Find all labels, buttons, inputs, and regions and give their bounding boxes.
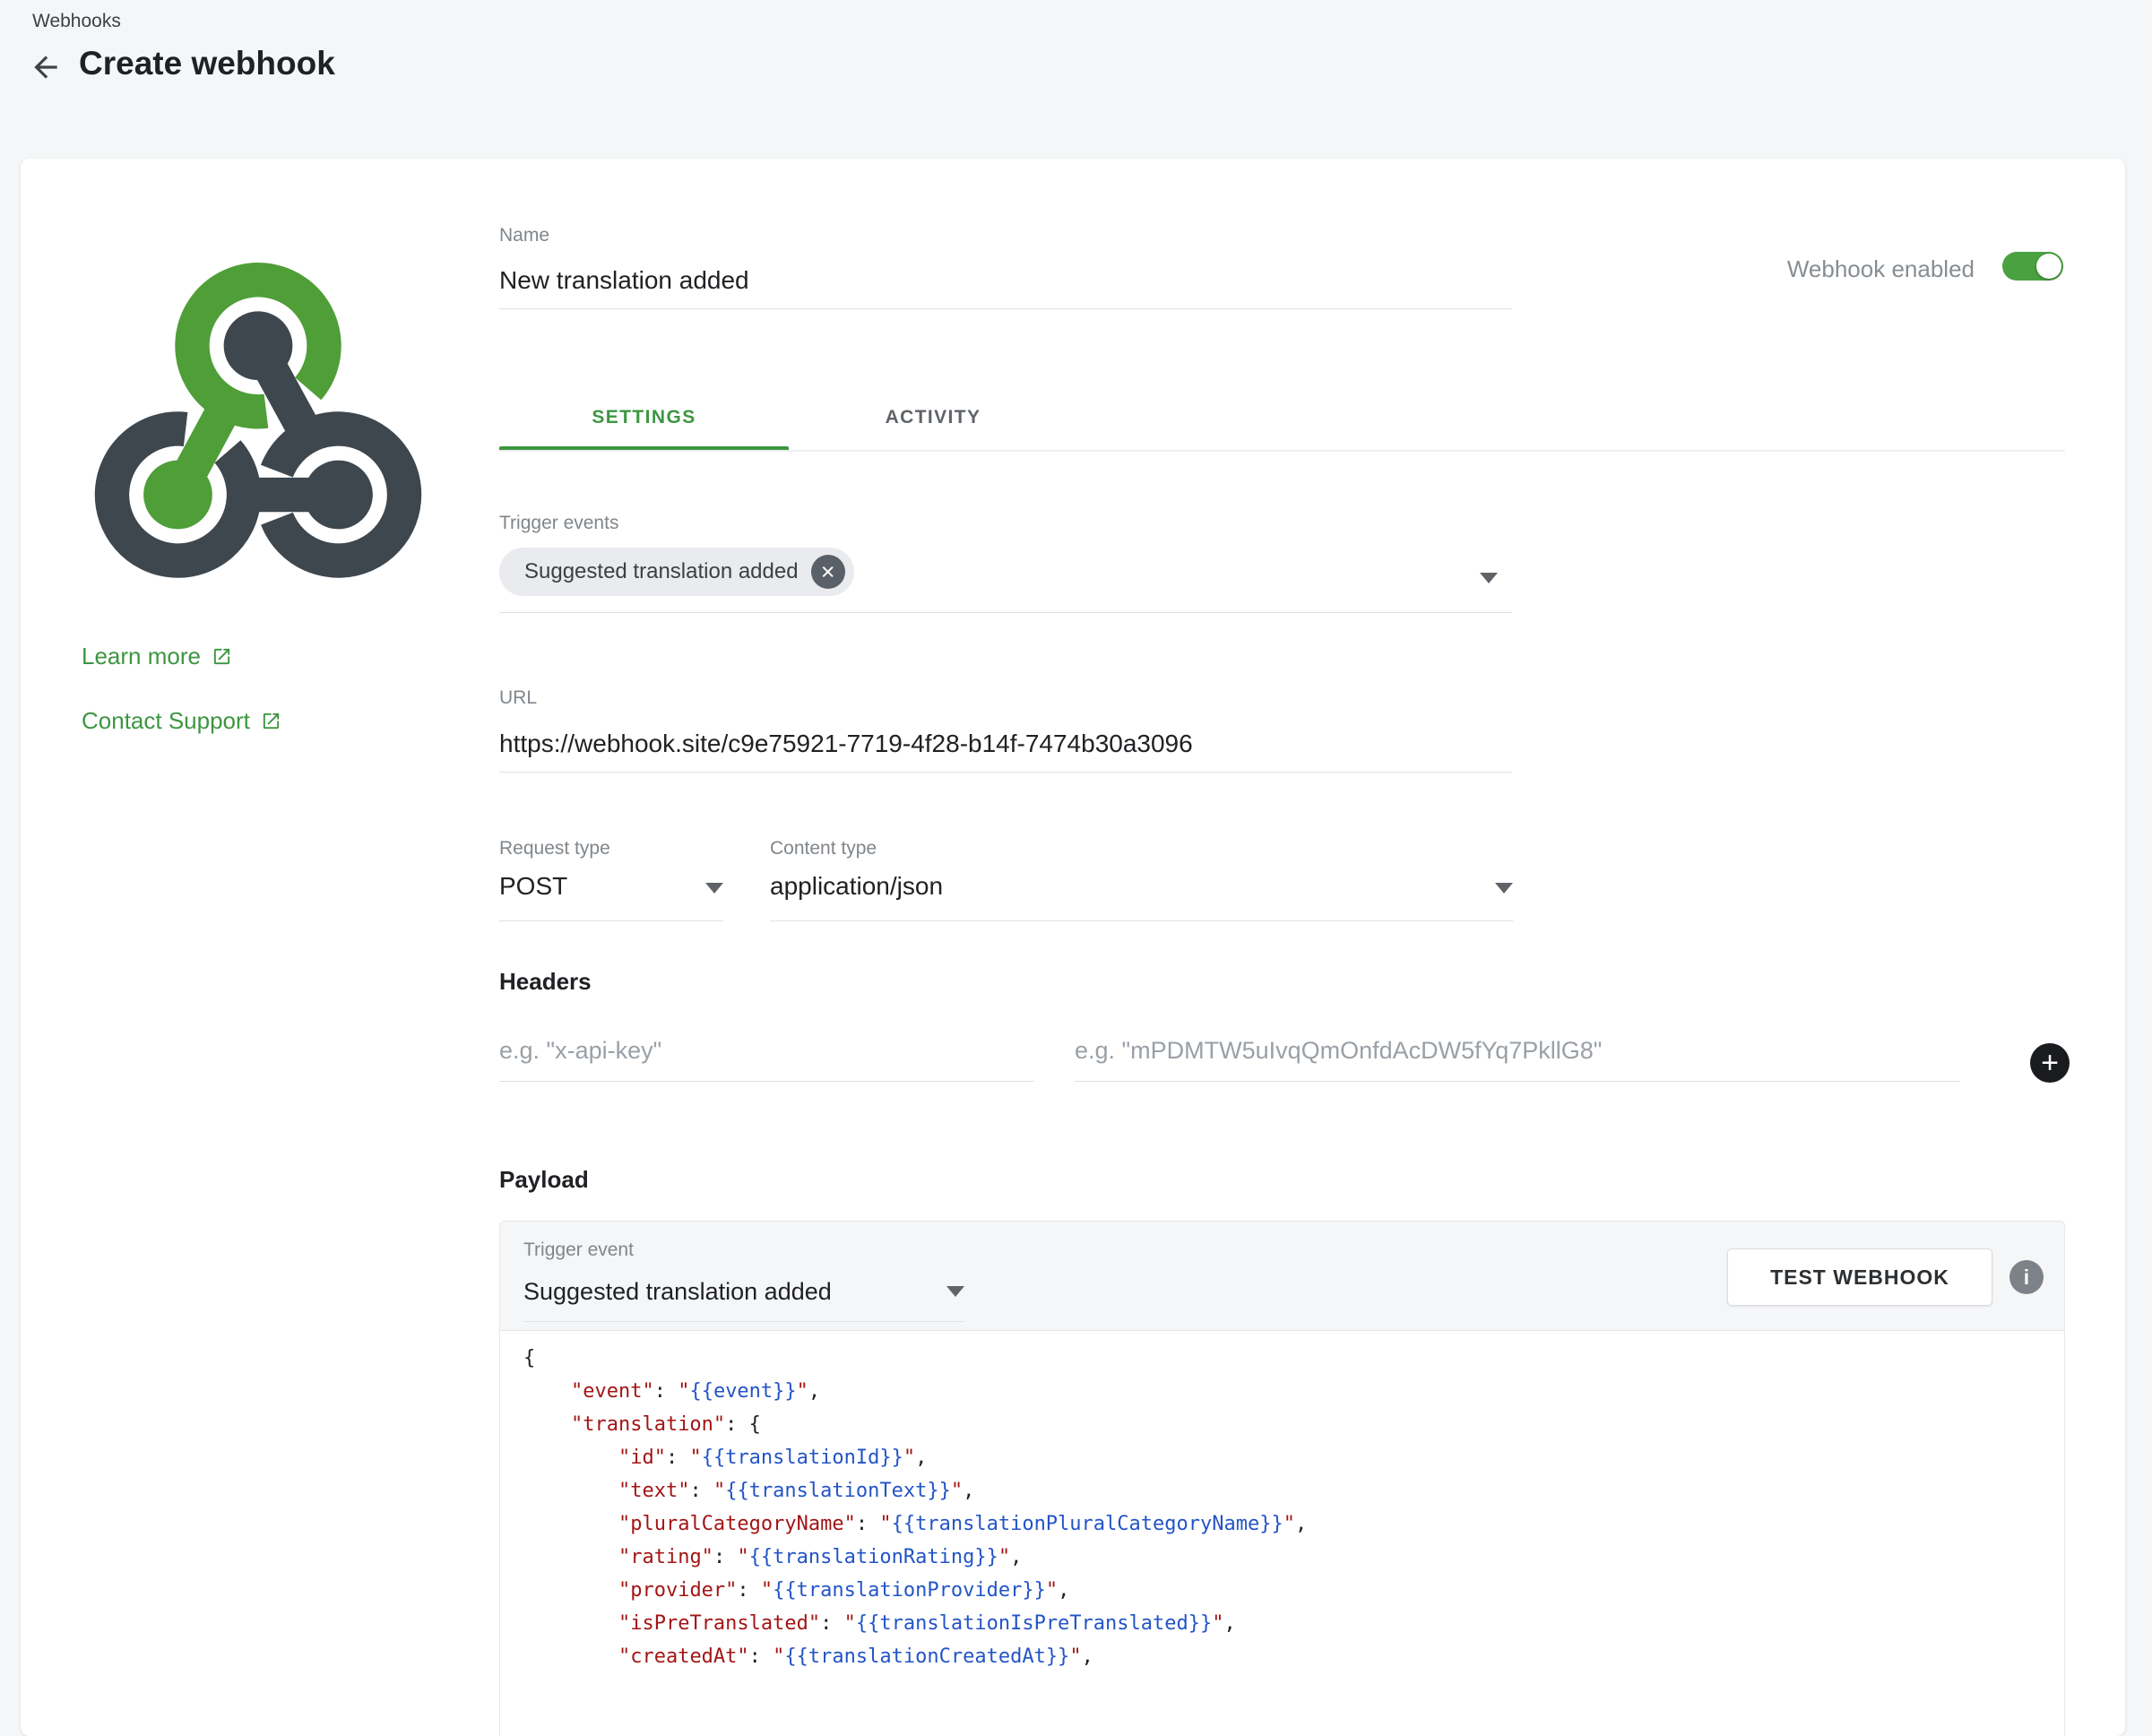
content-type-label: Content type xyxy=(770,838,877,859)
contact-support-link[interactable]: Contact Support xyxy=(82,707,281,735)
headers-title: Headers xyxy=(499,968,592,996)
chevron-down-icon xyxy=(705,883,723,894)
page-title: Create webhook xyxy=(79,45,335,82)
learn-more-label: Learn more xyxy=(82,643,201,670)
tab-settings[interactable]: SETTINGS xyxy=(499,384,789,450)
url-input[interactable] xyxy=(499,715,1512,773)
payload-code[interactable]: { "event": "{{event}}", "translation": {… xyxy=(500,1331,2064,1684)
chip-label: Suggested translation added xyxy=(524,559,799,584)
request-type-label: Request type xyxy=(499,838,610,859)
tabs-divider xyxy=(499,450,2065,452)
chevron-down-icon xyxy=(1495,883,1513,894)
chevron-down-icon[interactable] xyxy=(1480,573,1498,583)
back-button[interactable] xyxy=(25,47,66,88)
trigger-events-label: Trigger events xyxy=(499,513,618,534)
trigger-event-value: Suggested translation added xyxy=(523,1272,832,1311)
learn-more-link[interactable]: Learn more xyxy=(82,643,232,670)
content-type-select[interactable]: application/json xyxy=(770,868,1513,921)
add-header-button[interactable]: + xyxy=(2030,1043,2070,1083)
name-label: Name xyxy=(499,225,549,246)
remove-chip-icon[interactable]: × xyxy=(811,555,845,589)
test-webhook-button[interactable]: TEST WEBHOOK xyxy=(1727,1248,1992,1306)
info-icon[interactable]: i xyxy=(2009,1260,2044,1294)
trigger-event-label: Trigger event xyxy=(523,1239,634,1261)
trigger-events-underline xyxy=(499,612,1512,613)
webhook-enabled-toggle[interactable] xyxy=(2002,252,2063,281)
url-label: URL xyxy=(499,687,537,709)
tab-activity[interactable]: ACTIVITY xyxy=(789,384,1077,450)
external-link-icon xyxy=(261,711,281,731)
breadcrumb: Webhooks xyxy=(32,11,121,32)
webhook-card: Learn more Contact Support Name Webhook … xyxy=(21,159,2125,1736)
request-type-value: POST xyxy=(499,868,567,904)
header-value-input[interactable] xyxy=(1075,1021,1960,1082)
header-key-input[interactable] xyxy=(499,1021,1034,1082)
contact-support-label: Contact Support xyxy=(82,707,250,735)
payload-title: Payload xyxy=(499,1166,589,1194)
request-type-select[interactable]: POST xyxy=(499,868,723,921)
webhook-logo xyxy=(83,234,433,595)
arrow-back-icon xyxy=(29,50,63,84)
external-link-icon xyxy=(212,646,232,667)
payload-panel-header: Trigger event Suggested translation adde… xyxy=(500,1222,2064,1331)
content-type-value: application/json xyxy=(770,868,943,904)
plus-icon: + xyxy=(2041,1048,2059,1078)
payload-panel: Trigger event Suggested translation adde… xyxy=(499,1221,2065,1736)
toggle-knob xyxy=(2036,254,2061,279)
trigger-event-select[interactable]: Suggested translation added xyxy=(523,1272,964,1322)
trigger-event-chip[interactable]: Suggested translation added × xyxy=(499,548,854,596)
chevron-down-icon xyxy=(946,1286,964,1297)
webhook-enabled-label: Webhook enabled xyxy=(1787,255,1975,283)
name-input[interactable] xyxy=(499,252,1512,309)
